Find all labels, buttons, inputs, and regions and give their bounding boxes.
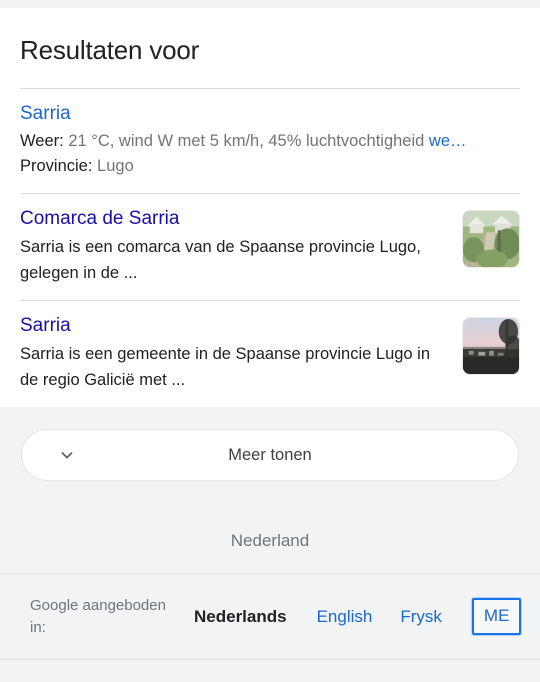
language-option-frysk[interactable]: Frysk xyxy=(400,607,442,627)
countryside-path-thumbnail[interactable] xyxy=(462,210,520,268)
language-list: Nederlands English Frysk ME xyxy=(180,598,540,635)
result-title-link[interactable]: Comarca de Sarria xyxy=(20,206,179,232)
top-strip xyxy=(0,0,540,8)
result-province-line: Provincie: Lugo xyxy=(20,154,520,179)
show-more-button[interactable]: Meer tonen xyxy=(21,429,519,481)
offered-in-label: Google aangeboden in: xyxy=(30,596,166,636)
result-weather-line: Weer: 21 °C, wind W met 5 km/h, 45% luch… xyxy=(20,129,520,154)
language-option-english[interactable]: English xyxy=(317,607,373,627)
province-value: Lugo xyxy=(97,157,134,175)
language-footer: Google aangeboden in: Nederlands English… xyxy=(0,574,540,659)
result-text: Sarria Weer: 21 °C, wind W met 5 km/h, 4… xyxy=(20,101,520,179)
result-item-comarca[interactable]: Comarca de Sarria Sarria is een comarca … xyxy=(0,194,540,300)
language-option-nederlands[interactable]: Nederlands xyxy=(194,607,287,627)
result-text: Sarria Sarria is een gemeente in de Spaa… xyxy=(20,313,450,393)
result-title-link[interactable]: Sarria xyxy=(20,313,71,339)
bottom-strip xyxy=(0,660,540,682)
results-card: Resultaten voor Sarria Weer: 21 °C, wind… xyxy=(0,8,540,407)
search-results-page: Resultaten voor Sarria Weer: 21 °C, wind… xyxy=(0,0,540,682)
show-more-label: Meer tonen xyxy=(228,445,312,464)
result-item-municipality[interactable]: Sarria Sarria is een gemeente in de Spaa… xyxy=(0,301,540,407)
language-option-more[interactable]: ME xyxy=(471,598,522,635)
result-title-link[interactable]: Sarria xyxy=(20,101,71,127)
result-snippet: Sarria is een gemeente in de Spaanse pro… xyxy=(20,345,431,389)
country-label: Nederland xyxy=(230,531,310,550)
page-title: Resultaten voor xyxy=(20,35,200,65)
weather-value: 21 °C, wind W met 5 km/h, 45% luchtvocht… xyxy=(68,132,425,150)
province-label: Provincie: xyxy=(20,157,93,175)
result-snippet: Sarria is een comarca van de Spaanse pro… xyxy=(20,238,421,282)
dusk-landscape-thumbnail[interactable] xyxy=(462,317,520,375)
weather-more-link[interactable]: we… xyxy=(429,132,467,150)
weather-label: Weer: xyxy=(20,132,64,150)
result-text: Comarca de Sarria Sarria is een comarca … xyxy=(20,206,450,286)
result-item-weather[interactable]: Sarria Weer: 21 °C, wind W met 5 km/h, 4… xyxy=(0,89,540,193)
chevron-down-icon xyxy=(56,444,78,466)
lower-section: Meer tonen Nederland xyxy=(0,407,540,573)
